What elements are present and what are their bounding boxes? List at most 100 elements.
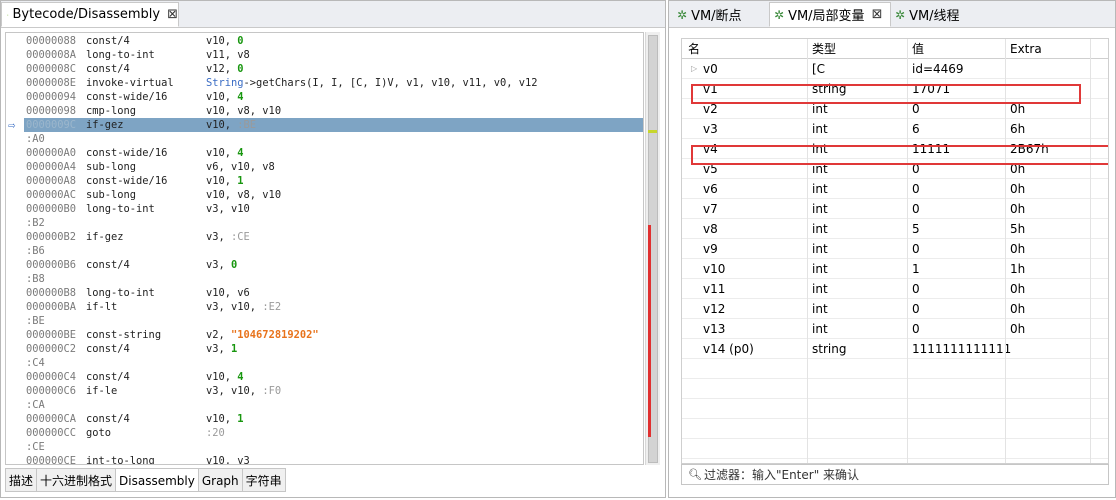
disassembly-view: Bytecode/Disassembly ⊠ 00000088 const/4 v1… bbox=[0, 0, 666, 498]
label-text: :CE bbox=[26, 441, 45, 453]
code-line[interactable]: ⇨ 0000009C if-gez v10, :BE bbox=[8, 118, 643, 132]
tab-vm-breakpoints[interactable]: ✲ VM/断点 bbox=[673, 2, 769, 27]
code-line[interactable]: 000000B8 long-to-int v10, v6 bbox=[24, 286, 643, 300]
code-arguments: v10, :BE bbox=[206, 118, 256, 132]
bottom-tab[interactable]: Graph bbox=[198, 468, 243, 492]
code-arguments: v10, 1 bbox=[206, 412, 244, 426]
var-extra: 5h bbox=[1010, 222, 1026, 236]
var-name: v6 bbox=[703, 182, 718, 196]
code-arguments: v10, 4 bbox=[206, 370, 244, 384]
code-arguments: v10, 0 bbox=[206, 34, 244, 48]
table-row[interactable]: ▷ v0 [C id=4469 bbox=[682, 59, 1108, 79]
code-label-line[interactable]: :CA bbox=[24, 398, 643, 412]
code-line[interactable]: 000000CA const/4 v10, 1 bbox=[24, 412, 643, 426]
table-row[interactable]: v14 (p0) string 1111111111111 bbox=[682, 339, 1108, 359]
code-address: 000000B2 bbox=[26, 231, 77, 243]
code-argument: v2, bbox=[206, 329, 232, 341]
table-row[interactable]: v11 int 0 0h bbox=[682, 279, 1108, 299]
code-opcode: const/4 bbox=[86, 35, 130, 47]
filter-input[interactable]: 🔍︎ 过滤器：输入"Enter" 来确认 bbox=[681, 464, 1109, 485]
code-line[interactable]: 000000C2 const/4 v3, 1 bbox=[24, 342, 643, 356]
code-label-line[interactable]: :B8 bbox=[24, 272, 643, 286]
var-extra: 1h bbox=[1010, 262, 1026, 276]
table-row[interactable]: v3 int 6 6h bbox=[682, 119, 1108, 139]
bottom-tab[interactable]: Disassembly bbox=[116, 468, 199, 492]
table-row[interactable]: v6 int 0 0h bbox=[682, 179, 1108, 199]
var-type: int bbox=[812, 322, 828, 336]
code-view[interactable]: 00000088 const/4 v10, 0 0000008A long-to-int… bbox=[5, 32, 644, 465]
code-line[interactable]: 0000008A long-to-int v11, v8 bbox=[24, 48, 643, 62]
empty-row bbox=[682, 439, 1108, 459]
code-argument: v12, bbox=[206, 63, 238, 75]
bottom-tab[interactable]: 十六进制格式 bbox=[37, 468, 117, 492]
bottom-tab[interactable]: 字符串 bbox=[242, 468, 286, 492]
bottom-tab[interactable]: 描述 bbox=[5, 468, 38, 492]
var-type: string bbox=[812, 342, 847, 356]
code-line[interactable]: 000000BA if-lt v3, v10, :E2 bbox=[24, 300, 643, 314]
code-argument: v3, bbox=[206, 259, 232, 271]
code-line[interactable]: 0000008E invoke-virtual String->getChars(I… bbox=[24, 76, 643, 90]
code-label-line[interactable]: :B6 bbox=[24, 244, 643, 258]
scroll-marker-current bbox=[648, 130, 657, 133]
code-line[interactable]: 000000C4 const/4 v10, 4 bbox=[24, 370, 643, 384]
tab-label: VM/线程 bbox=[909, 9, 960, 24]
expand-icon[interactable]: ▷ bbox=[691, 59, 697, 79]
code-line[interactable]: 000000BE const-string v2, "104672819202" bbox=[24, 328, 643, 342]
code-line[interactable]: 000000AC sub-long v10, v8, v10 bbox=[24, 188, 643, 202]
code-line[interactable]: 000000B2 if-gez v3, :CE bbox=[24, 230, 643, 244]
code-address: 00000094 bbox=[26, 91, 77, 103]
tab-vm-local-variables[interactable]: ✲ VM/局部变量 ⊠ bbox=[769, 2, 891, 27]
code-argument: v10, v3 bbox=[206, 455, 250, 465]
code-line[interactable]: 00000094 const-wide/16 v10, 4 bbox=[24, 90, 643, 104]
label-text: :B6 bbox=[26, 245, 45, 257]
code-argument: "104672819202" bbox=[231, 329, 319, 341]
code-line[interactable]: 000000B0 long-to-int v3, v10 bbox=[24, 202, 643, 216]
code-argument: :E2 bbox=[262, 301, 282, 313]
code-label-line[interactable]: :B2 bbox=[24, 216, 643, 230]
column-header-extra[interactable]: Extra bbox=[1010, 39, 1042, 59]
table-row[interactable]: v7 int 0 0h bbox=[682, 199, 1108, 219]
code-address: 0000008E bbox=[26, 77, 77, 89]
var-value: 0 bbox=[912, 182, 920, 196]
table-row[interactable]: v13 int 0 0h bbox=[682, 319, 1108, 339]
code-opcode: const-wide/16 bbox=[86, 175, 168, 187]
code-arguments: v3, 0 bbox=[206, 258, 237, 272]
code-label-line[interactable]: :BE bbox=[24, 314, 643, 328]
code-address: 000000C4 bbox=[26, 371, 77, 383]
table-row[interactable]: v10 int 1 1h bbox=[682, 259, 1108, 279]
code-line[interactable]: 000000B6 const/4 v3, 0 bbox=[24, 258, 643, 272]
code-argument: 1 bbox=[237, 413, 244, 425]
code-line[interactable]: 00000098 cmp-long v10, v8, v10 bbox=[24, 104, 643, 118]
code-line[interactable]: 000000CE int-to-long v10, v3 bbox=[24, 454, 643, 465]
code-label-line[interactable]: :A0 bbox=[24, 132, 643, 146]
var-extra: 0h bbox=[1010, 202, 1026, 216]
close-icon[interactable]: ⊠ bbox=[167, 7, 178, 22]
var-type: [C bbox=[812, 62, 826, 76]
column-header-name[interactable]: 名 bbox=[688, 39, 700, 59]
code-argument: v6, v10, v8 bbox=[206, 161, 275, 173]
code-address: 000000B6 bbox=[26, 259, 77, 271]
code-line[interactable]: 000000CC goto:20 bbox=[24, 426, 643, 440]
code-arguments: v3, v10, :E2 bbox=[206, 300, 281, 314]
column-header-value[interactable]: 值 bbox=[912, 39, 924, 59]
bug-icon: ✲ bbox=[774, 7, 785, 22]
code-line[interactable]: 00000088 const/4 v10, 0 bbox=[24, 34, 643, 48]
code-label-line[interactable]: :C4 bbox=[24, 356, 643, 370]
code-line[interactable]: 000000A0 const-wide/16 v10, 4 bbox=[24, 146, 643, 160]
table-row[interactable]: v12 int 0 0h bbox=[682, 299, 1108, 319]
var-extra: 0h bbox=[1010, 282, 1026, 296]
code-arguments: v10, v8, v10 bbox=[206, 104, 281, 118]
variables-table: 名 类型 值 Extra ▷ v0 [C id=4469 v1 string 17071 v2… bbox=[681, 38, 1109, 464]
tab-bytecode-disassembly[interactable]: Bytecode/Disassembly ⊠ bbox=[1, 2, 179, 27]
tab-vm-threads[interactable]: ✲ VM/线程 bbox=[891, 2, 989, 27]
code-line[interactable]: 000000A8 const-wide/16 v10, 1 bbox=[24, 174, 643, 188]
code-label-line[interactable]: :CE bbox=[24, 440, 643, 454]
code-line[interactable]: 000000C6 if-le v3, v10, :F0 bbox=[24, 384, 643, 398]
search-icon: 🔍︎ bbox=[688, 468, 702, 481]
table-row[interactable]: v9 int 0 0h bbox=[682, 239, 1108, 259]
close-icon[interactable]: ⊠ bbox=[872, 7, 883, 22]
code-line[interactable]: 0000008C const/4 v12, 0 bbox=[24, 62, 643, 76]
table-row[interactable]: v8 int 5 5h bbox=[682, 219, 1108, 239]
code-line[interactable]: 000000A4 sub-long v6, v10, v8 bbox=[24, 160, 643, 174]
column-header-type[interactable]: 类型 bbox=[812, 39, 836, 59]
